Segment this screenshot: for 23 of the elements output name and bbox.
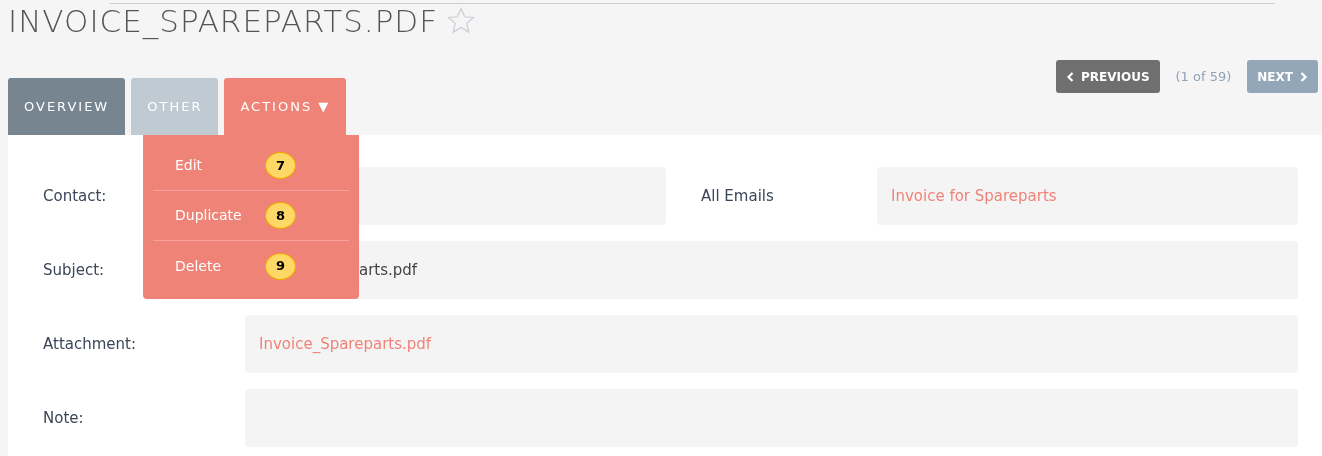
tab[interactable]: OVERVIEW [8, 78, 126, 135]
field-text: arts.pdf [359, 259, 418, 281]
menu-item[interactable]: Duplicate [175, 205, 265, 226]
field-label: Subject: [43, 260, 105, 279]
favorite-star-icon[interactable] [446, 6, 477, 36]
field-label: Attachment: [43, 334, 136, 353]
chevron-right-icon [1299, 72, 1308, 82]
field-label: Contact: [43, 186, 107, 205]
record-position: (1 of 59) [1175, 67, 1232, 86]
next-button[interactable]: NEXT [1247, 60, 1318, 93]
menu-item[interactable]: Delete [175, 255, 265, 277]
menu-item[interactable]: Edit [175, 155, 265, 176]
field-label: Note: [43, 408, 84, 427]
previous-button[interactable]: PREVIOUS [1055, 60, 1160, 93]
step-marker: 7 [265, 152, 296, 179]
field-label: All Emails [701, 186, 774, 205]
chevron-left-icon [1065, 72, 1075, 82]
link[interactable]: Invoice_Spareparts.pdf [259, 332, 432, 356]
step-marker: 9 [265, 252, 296, 280]
step-marker: 8 [265, 202, 296, 229]
link[interactable]: Invoice for Spareparts [891, 184, 1057, 208]
actions-menu-tab[interactable]: ACTIONS ▼ [224, 78, 347, 135]
tab[interactable]: OTHER [131, 78, 219, 135]
